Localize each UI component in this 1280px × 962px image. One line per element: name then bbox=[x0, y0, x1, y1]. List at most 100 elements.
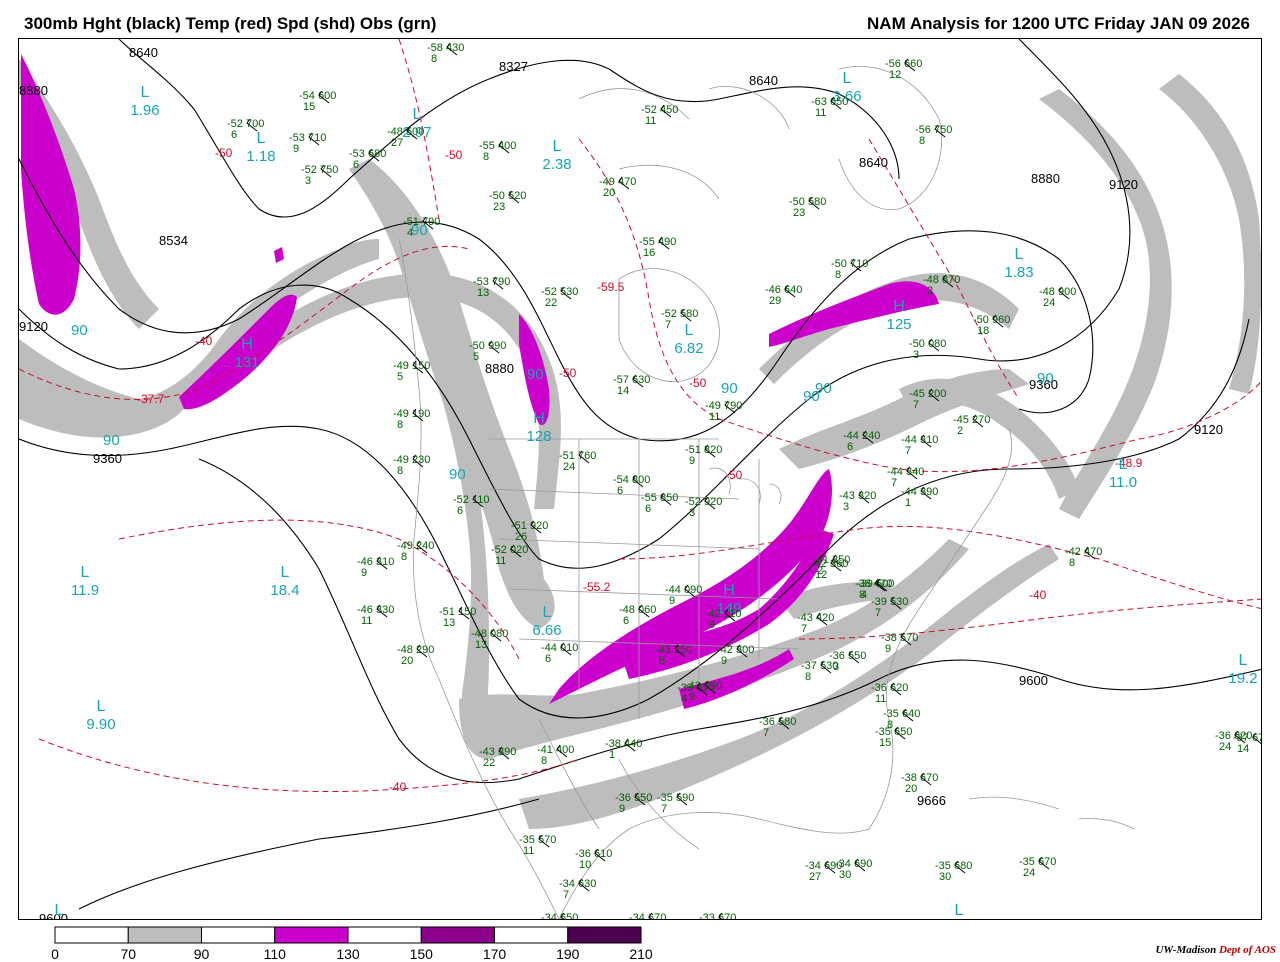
center-low-symbol: L bbox=[1015, 246, 1024, 263]
obs-dewpoint-depression: 10 bbox=[579, 859, 591, 871]
center-value: 6.82 bbox=[674, 340, 703, 357]
center-low-symbol: L bbox=[685, 322, 694, 339]
center-low-symbol: L bbox=[81, 564, 90, 581]
height-label: 8640 bbox=[749, 73, 778, 88]
height-label: 8880 bbox=[1031, 171, 1060, 186]
center-low-symbol: L bbox=[141, 84, 150, 101]
center-low-symbol: L bbox=[55, 902, 64, 919]
temp-label: -40 bbox=[195, 334, 213, 348]
legend-bin-110-130 bbox=[274, 926, 349, 944]
speed-label: 90 bbox=[71, 322, 88, 339]
center-value: 11.9 bbox=[71, 582, 99, 599]
obs-dewpoint-depression: 13 bbox=[443, 617, 455, 629]
center-low-symbol: L bbox=[1119, 456, 1128, 473]
obs-dewpoint-depression: 5 bbox=[473, 351, 479, 363]
obs-dewpoint-depression: 7 bbox=[905, 445, 911, 457]
center-low-symbol: L bbox=[281, 564, 290, 581]
obs-dewpoint-depression: 7 bbox=[563, 889, 569, 901]
obs-dewpoint-depression: 8 bbox=[483, 151, 489, 163]
legend-bin-190-210 bbox=[567, 926, 642, 944]
credit-line: UW-Madison Dept of AOS bbox=[1155, 944, 1276, 956]
obs-dewpoint-depression: 9 bbox=[669, 595, 675, 607]
obs-dewpoint-depression: 3 bbox=[913, 349, 919, 361]
obs-dewpoint-depression: 20 bbox=[603, 187, 615, 199]
center-low-symbol: L bbox=[1239, 652, 1248, 669]
speed-shading-70-90 bbox=[19, 59, 1261, 829]
temp-label: -50 bbox=[445, 148, 463, 162]
weather-map: 8640 8327 8640 8640 8880 9120 8534 9120 8880 9360… bbox=[18, 38, 1262, 920]
obs-dewpoint-depression: 4 bbox=[681, 693, 687, 705]
height-label: 9360 bbox=[93, 451, 122, 466]
height-label: 8327 bbox=[499, 59, 528, 74]
legend-bin-0-70 bbox=[54, 926, 129, 944]
obs-dewpoint-depression: 6 bbox=[545, 653, 551, 665]
obs-dewpoint-depression: 15 bbox=[879, 737, 891, 749]
center-value: 1.83 bbox=[1004, 264, 1033, 281]
jet-core-small bbox=[274, 247, 284, 263]
legend-bin-130-150 bbox=[347, 926, 422, 944]
speed-label: 90 bbox=[449, 466, 466, 483]
obs-dewpoint-depression: 8 bbox=[805, 671, 811, 683]
center-low-symbol: L bbox=[413, 106, 422, 123]
height-label: 9666 bbox=[917, 793, 946, 808]
obs-dewpoint-depression: 8 bbox=[919, 135, 925, 147]
obs-dewpoint-depression: 11 bbox=[523, 845, 534, 857]
obs-dewpoint-depression: 9 bbox=[885, 643, 891, 655]
obs-dewpoint-depression: 11 bbox=[645, 115, 656, 127]
center-low-symbol: L bbox=[543, 604, 552, 621]
jet-band-atlantic-outer bbox=[1159, 74, 1261, 394]
center-low-symbol: L bbox=[553, 138, 562, 155]
obs-dewpoint-depression: 13 bbox=[477, 287, 489, 299]
center-value: 6.66 bbox=[532, 622, 561, 639]
obs-dewpoint-depression: 11 bbox=[815, 107, 826, 119]
obs-dewpoint-depression: 26 bbox=[515, 531, 527, 543]
obs-dewpoint-depression: 9 bbox=[293, 143, 299, 155]
height-label: 9120 bbox=[1109, 177, 1138, 192]
obs-dewpoint-depression: 6 bbox=[623, 615, 629, 627]
jet-core-pacific-west bbox=[179, 294, 297, 410]
obs-dewpoint-depression: 12 bbox=[889, 69, 901, 81]
obs-dewpoint-depression: 6 bbox=[457, 505, 463, 517]
center-value: 131 bbox=[234, 354, 259, 371]
height-label: 8640 bbox=[859, 155, 888, 170]
obs-dewpoint-depression: 9 bbox=[709, 619, 715, 631]
obs-dewpoint-depression: 8 bbox=[835, 269, 841, 281]
speed-label: 90 bbox=[527, 366, 544, 383]
speed-label: 90 bbox=[815, 380, 832, 397]
height-label: 9600 bbox=[39, 911, 68, 920]
obs-dewpoint-depression: 23 bbox=[493, 201, 505, 213]
legend-bin-150-170 bbox=[420, 926, 495, 944]
center-value: 2.38 bbox=[542, 156, 571, 173]
obs-dewpoint-depression: 24 bbox=[563, 461, 575, 473]
height-label: 8880 bbox=[485, 361, 514, 376]
obs-dewpoint-depression: 4 bbox=[407, 227, 413, 239]
obs-dewpoint-depression: 6 bbox=[353, 159, 359, 171]
height-label: 8534 bbox=[159, 233, 188, 248]
obs-dewpoint-depression: 18 bbox=[977, 325, 989, 337]
temperature-contours bbox=[19, 39, 1261, 793]
obs-dewpoint-depression: 7 bbox=[763, 727, 769, 739]
obs-dewpoint-depression: 6 bbox=[645, 503, 651, 515]
center-value: 1.18 bbox=[246, 148, 275, 165]
height-contour-9600 bbox=[198, 458, 1261, 784]
obs-dewpoint-depression: 7 bbox=[801, 623, 807, 635]
obs-dewpoint-depression: 8 bbox=[1069, 557, 1075, 569]
obs-dewpoint-depression: 20 bbox=[905, 783, 917, 795]
obs-dewpoint-depression: 7 bbox=[875, 607, 881, 619]
center-low-symbol: L bbox=[843, 70, 852, 87]
center-value: 18.4 bbox=[270, 582, 299, 599]
height-label: 8640 bbox=[129, 45, 158, 60]
speed-label: 90 bbox=[103, 432, 120, 449]
temp-label: -50 bbox=[689, 376, 707, 390]
obs-dewpoint-depression: 7 bbox=[661, 803, 667, 815]
height-label: 9120 bbox=[19, 319, 48, 334]
obs-dewpoint-depression: 11 bbox=[495, 555, 506, 567]
center-low-symbol: L bbox=[97, 698, 106, 715]
obs-dewpoint-depression: 3 bbox=[689, 507, 695, 519]
height-label: 9600 bbox=[1019, 673, 1048, 688]
obs-dewpoint-depression: 22 bbox=[483, 757, 495, 769]
center-value: 9.90 bbox=[86, 716, 115, 733]
obs-dewpoint-depression: 14 bbox=[1237, 743, 1249, 755]
obs-dewpoint-depression: 2 bbox=[927, 285, 933, 297]
obs-dewpoint-depression: 7 bbox=[891, 477, 897, 489]
